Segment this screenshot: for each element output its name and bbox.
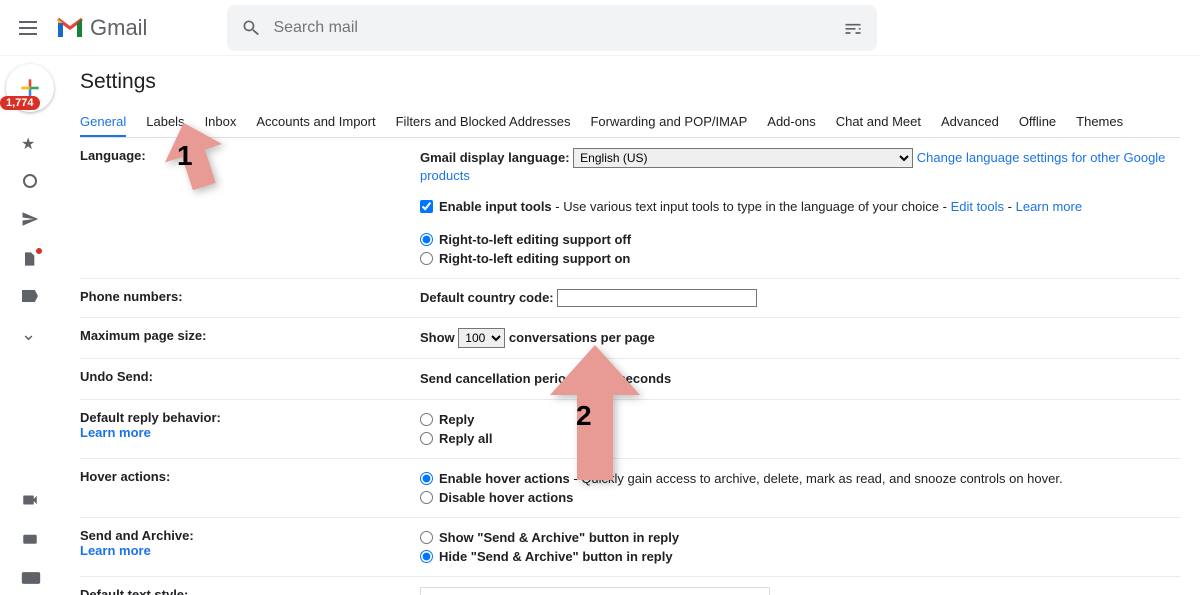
gmail-logo[interactable]: Gmail [56, 15, 147, 41]
textstyle-box: Comic Sa... ▾ тТ ▾ A ▾ T This is what yo… [420, 587, 770, 595]
settings-tabs: General Labels Inbox Accounts and Import… [80, 108, 1180, 138]
input-tools-desc: - Use various text input tools to type i… [552, 199, 951, 214]
setting-language: Language: Gmail display language: Englis… [80, 138, 1180, 279]
hide-archive-radio[interactable] [420, 550, 433, 563]
label-undo: Undo Send: [80, 369, 420, 389]
tab-accounts[interactable]: Accounts and Import [256, 108, 375, 137]
archive-learn-more[interactable]: Learn more [80, 543, 151, 558]
reply-radio[interactable] [420, 413, 433, 426]
app-name: Gmail [90, 15, 147, 41]
country-code-input[interactable] [557, 289, 757, 307]
rtl-off-label: Right-to-left editing support off [439, 232, 631, 247]
display-lang-label: Gmail display language: [420, 150, 570, 165]
label-hover: Hover actions: [80, 469, 420, 507]
unread-badge: 1,774 [0, 96, 40, 110]
tab-forward[interactable]: Forwarding and POP/IMAP [590, 108, 747, 137]
tab-chat[interactable]: Chat and Meet [836, 108, 921, 137]
tab-labels[interactable]: Labels [146, 108, 184, 137]
setting-archive: Send and Archive: Learn more Show "Send … [80, 518, 1180, 577]
setting-undo: Undo Send: Send cancellation period: 5 s… [80, 359, 1180, 400]
setting-textstyle: Default text style: (Use the 'Remove for… [80, 577, 1180, 595]
more-icon[interactable] [21, 324, 39, 342]
tab-addons[interactable]: Add-ons [767, 108, 815, 137]
gmail-envelope-icon [56, 17, 84, 39]
reply-learn-more[interactable]: Learn more [80, 425, 151, 440]
tab-offline[interactable]: Offline [1019, 108, 1056, 137]
snoozed-icon[interactable] [23, 174, 37, 188]
starred-icon[interactable] [21, 134, 39, 152]
settings-main: Settings General Labels Inbox Accounts a… [60, 56, 1200, 595]
setting-hover: Hover actions: Enable hover actions - Qu… [80, 459, 1180, 518]
label-page-size: Maximum page size: [80, 328, 420, 348]
tab-filters[interactable]: Filters and Blocked Addresses [396, 108, 571, 137]
tab-inbox[interactable]: Inbox [205, 108, 237, 137]
tab-general[interactable]: General [80, 108, 126, 137]
enable-input-tools-checkbox[interactable] [420, 200, 433, 213]
label-archive: Send and Archive: [80, 528, 194, 543]
show-archive-radio[interactable] [420, 531, 433, 544]
hover-enable-radio[interactable] [420, 472, 433, 485]
hover-disable-radio[interactable] [420, 491, 433, 504]
label-textstyle: Default text style: [80, 587, 188, 595]
meet-icon[interactable] [21, 491, 39, 509]
rtl-on-label: Right-to-left editing support on [439, 251, 630, 266]
undo-period-select[interactable]: 5 [582, 369, 615, 389]
learn-more-link[interactable]: Learn more [1016, 199, 1082, 214]
setting-reply: Default reply behavior: Learn more Reply… [80, 400, 1180, 459]
label-reply: Default reply behavior: [80, 410, 221, 425]
search-box[interactable] [227, 5, 877, 51]
tab-themes[interactable]: Themes [1076, 108, 1123, 137]
compose-button[interactable]: 1,774 [6, 64, 54, 112]
rtl-off-radio[interactable] [420, 233, 433, 246]
labels-icon[interactable] [22, 290, 38, 302]
label-phone: Phone numbers: [80, 289, 420, 307]
drafts-icon[interactable] [21, 250, 39, 268]
label-language: Language: [80, 148, 420, 268]
reply-all-radio[interactable] [420, 432, 433, 445]
sent-icon[interactable] [21, 210, 39, 228]
sidebar: 1,774 [0, 56, 60, 595]
input-tools-label: Enable input tools [439, 199, 552, 214]
notification-dot [36, 248, 42, 254]
setting-phone: Phone numbers: Default country code: [80, 279, 1180, 318]
tab-advanced[interactable]: Advanced [941, 108, 999, 137]
language-select[interactable]: English (US) [573, 148, 913, 168]
page-size-select[interactable]: 100 [458, 328, 505, 348]
page-title: Settings [80, 70, 1180, 94]
rtl-on-radio[interactable] [420, 252, 433, 265]
edit-tools-link[interactable]: Edit tools [951, 199, 1004, 214]
setting-page-size: Maximum page size: Show 100 conversation… [80, 318, 1180, 359]
search-input[interactable] [261, 19, 843, 37]
search-icon [241, 18, 261, 38]
search-options-icon[interactable] [843, 18, 863, 38]
chat-icon[interactable] [21, 531, 39, 549]
country-code-label: Default country code: [420, 290, 554, 305]
keyboard-icon[interactable] [21, 571, 39, 589]
main-menu-icon[interactable] [16, 16, 40, 40]
